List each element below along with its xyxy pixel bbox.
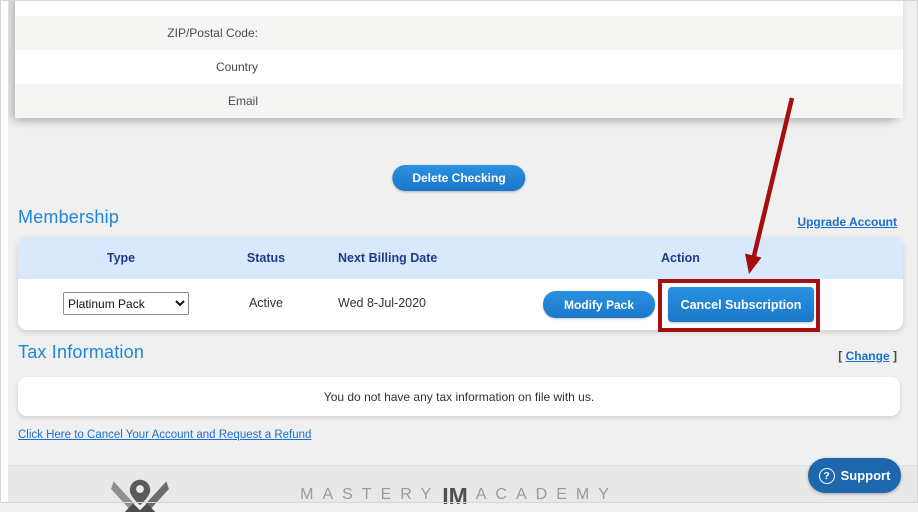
next-billing-date-value: Wed 8-Jul-2020 [338, 296, 426, 310]
footer: MASTERY IM ACADEMY [0, 465, 918, 503]
cancel-account-refund-link[interactable]: Click Here to Cancel Your Account and Re… [18, 429, 311, 441]
email-label: Email [15, 94, 258, 108]
column-header-next-billing: Next Billing Date [338, 251, 437, 265]
membership-section-title: Membership [18, 207, 119, 228]
form-row-zip: ZIP/Postal Code: [15, 16, 903, 50]
profile-card: ZIP/Postal Code: Country Email [15, 0, 903, 118]
column-header-type: Type [61, 251, 181, 265]
membership-table-header: Type Status Next Billing Date Action [18, 237, 903, 279]
support-button-label: Support [841, 468, 891, 483]
membership-table-row: Platinum Pack Active Wed 8-Jul-2020 Modi… [18, 279, 903, 330]
form-row-email: Email [15, 84, 903, 118]
window-left-gutter [0, 0, 8, 503]
support-button[interactable]: ? Support [808, 458, 901, 493]
tax-section-title: Tax Information [18, 342, 144, 363]
question-mark-icon: ? [819, 468, 835, 484]
cancel-subscription-button[interactable]: Cancel Subscription [668, 287, 814, 322]
bracket-close: ] [890, 349, 897, 363]
brand-wordmark: MASTERY IM ACADEMY [300, 483, 618, 510]
country-label: Country [15, 60, 258, 74]
mastery-im-academy-logo-icon [108, 478, 172, 512]
brand-mastery: MASTERY [300, 483, 440, 504]
tax-empty-message: You do not have any tax information on f… [324, 390, 594, 404]
zip-label: ZIP/Postal Code: [15, 26, 258, 40]
brand-im-logo: IM [442, 483, 468, 510]
upgrade-account-link[interactable]: Upgrade Account [797, 215, 897, 229]
delete-checking-button[interactable]: Delete Checking [392, 165, 525, 191]
brand-academy: ACADEMY [476, 483, 618, 504]
tax-info-card: You do not have any tax information on f… [18, 377, 900, 416]
column-header-action: Action [661, 251, 700, 265]
column-header-status: Status [216, 251, 316, 265]
tax-change-link[interactable]: Change [846, 349, 890, 363]
form-row-country: Country [15, 50, 903, 84]
tax-change-control: [ Change ] [838, 349, 897, 363]
modify-pack-button[interactable]: Modify Pack [543, 291, 655, 318]
bracket-open: [ [838, 349, 845, 363]
membership-type-select[interactable]: Platinum Pack [63, 292, 189, 315]
status-value: Active [216, 296, 316, 310]
membership-table: Type Status Next Billing Date Action Pla… [18, 237, 903, 330]
